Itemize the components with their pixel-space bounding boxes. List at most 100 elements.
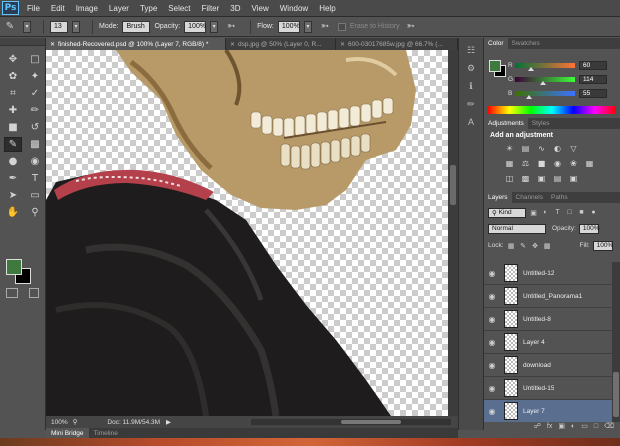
tools-grip[interactable] <box>0 38 45 46</box>
opacity-input[interactable]: 100% <box>184 20 207 33</box>
levels-icon[interactable]: ▤ <box>520 143 531 153</box>
history-brush-tool-icon[interactable]: ↺ <box>26 120 44 135</box>
tab-paths[interactable]: Paths <box>547 192 572 203</box>
scroll-thumb[interactable] <box>341 420 401 424</box>
curves-icon[interactable]: ∿ <box>536 143 547 153</box>
foreground-color-swatch[interactable] <box>6 259 22 275</box>
vibrance-icon[interactable]: ▽ <box>568 143 579 153</box>
color-fg-swatch[interactable] <box>489 60 501 72</box>
menu-edit[interactable]: Edit <box>51 4 65 13</box>
threshold-icon[interactable]: ▣ <box>536 173 547 183</box>
tab-document[interactable]: ✕ dsp.jpg @ 50% (Layer 0, R... <box>226 38 336 50</box>
eraser-tool-icon[interactable]: ✎ <box>3 20 17 34</box>
close-icon[interactable]: ✕ <box>50 41 55 48</box>
airbrush-icon[interactable]: ➳ <box>318 20 332 34</box>
eye-icon[interactable]: ◉ <box>484 384 500 393</box>
new-layer-icon[interactable]: □ <box>594 423 598 430</box>
shape-filter-icon[interactable]: □ <box>565 208 574 217</box>
healing-tool-icon[interactable]: ✚ <box>4 103 22 118</box>
trash-icon[interactable]: ⌫ <box>604 422 614 430</box>
close-icon[interactable]: ✕ <box>340 41 345 48</box>
canvas-vertical-scrollbar[interactable] <box>448 50 458 416</box>
brush-tool-icon[interactable]: ✏ <box>26 103 44 118</box>
pressure-opacity-icon[interactable]: ➳ <box>224 20 238 34</box>
screen-mode-icon[interactable] <box>6 288 18 298</box>
brush-panel-icon[interactable]: ✏ <box>464 98 478 110</box>
hue-sat-icon[interactable]: ▦ <box>504 158 515 168</box>
layer-row[interactable]: ◉ Untitled_Panorama1 <box>484 285 612 308</box>
exposure-icon[interactable]: ◐ <box>552 143 563 153</box>
tab-swatches[interactable]: Swatches <box>508 38 544 49</box>
menu-view[interactable]: View <box>252 4 269 13</box>
shape-tool-icon[interactable]: ▭ <box>26 188 44 203</box>
blend-mode-select[interactable]: Normal <box>488 223 546 234</box>
character-panel-icon[interactable]: A <box>464 116 478 128</box>
filter-toggle-icon[interactable]: ● <box>589 208 598 217</box>
menu-type[interactable]: Type <box>140 4 157 13</box>
selective-color-icon[interactable]: ▣ <box>568 173 579 183</box>
brush-size-picker[interactable]: 13 <box>50 20 68 33</box>
smart-object-filter-icon[interactable]: ■ <box>577 208 586 217</box>
brush-picker-dropdown[interactable]: ▾ <box>72 20 80 33</box>
flow-dropdown[interactable]: ▾ <box>303 20 312 33</box>
zoom-tool-icon[interactable]: ⚲ <box>26 205 44 220</box>
eye-icon[interactable]: ◉ <box>484 338 500 347</box>
status-menu-arrow-icon[interactable]: ▶ <box>166 418 171 426</box>
bw-icon[interactable]: ■ <box>536 158 547 168</box>
color-balance-icon[interactable]: ⚖ <box>520 158 531 168</box>
tab-adjustments[interactable]: Adjustments <box>484 118 528 129</box>
layer-row[interactable]: ◉ Untitled-12 <box>484 262 612 285</box>
color-lookup-icon[interactable]: ▦ <box>584 158 595 168</box>
flow-input[interactable]: 100% <box>277 20 300 33</box>
marquee-tool-icon[interactable]: □ <box>26 52 44 67</box>
fx-icon[interactable]: fx <box>547 423 552 430</box>
link-layers-icon[interactable]: ☍ <box>534 422 541 430</box>
lock-position-icon[interactable]: ✥ <box>531 241 540 250</box>
gradient-map-icon[interactable]: ▤ <box>552 173 563 183</box>
tab-layers[interactable]: Layers <box>484 192 512 203</box>
eraser-tool-icon[interactable]: ✎ <box>4 137 22 152</box>
slider-knob[interactable] <box>528 66 534 71</box>
type-tool-icon[interactable]: T <box>26 171 44 186</box>
crop-tool-icon[interactable]: ⌗ <box>4 86 22 101</box>
red-slider[interactable] <box>515 62 575 71</box>
gradient-tool-icon[interactable]: ▩ <box>26 137 44 152</box>
channel-mixer-icon[interactable]: ❀ <box>568 158 579 168</box>
blue-slider[interactable] <box>515 90 575 99</box>
scroll-thumb[interactable] <box>450 165 456 205</box>
pressure-size-icon[interactable]: ➳ <box>404 20 418 34</box>
eye-icon[interactable]: ◉ <box>484 292 500 301</box>
properties-panel-icon[interactable]: ⚙ <box>464 62 478 74</box>
new-adjustment-icon[interactable]: ◐ <box>571 423 575 430</box>
zoom-icon[interactable]: ⚲ <box>73 418 78 426</box>
blur-tool-icon[interactable]: ● <box>4 154 22 169</box>
quick-mask-icon[interactable] <box>29 288 39 298</box>
magic-wand-tool-icon[interactable]: ✦ <box>26 69 44 84</box>
tab-document-active[interactable]: ✕ finished-Recovered.psd @ 100% (Layer 7… <box>46 38 226 50</box>
canvas-horizontal-scrollbar[interactable] <box>251 419 451 425</box>
eye-icon[interactable]: ◉ <box>484 361 500 370</box>
eye-icon[interactable]: ◉ <box>484 269 500 278</box>
menu-select[interactable]: Select <box>168 4 190 13</box>
red-value-input[interactable]: 60 <box>579 60 607 70</box>
type-filter-icon[interactable]: T <box>553 208 562 217</box>
color-spectrum-ramp[interactable] <box>488 106 616 114</box>
invert-icon[interactable]: ◫ <box>504 173 515 183</box>
lock-pixels-icon[interactable]: ✎ <box>519 241 528 250</box>
tab-mini-bridge[interactable]: Mini Bridge <box>46 428 89 438</box>
dodge-tool-icon[interactable]: ◉ <box>26 154 44 169</box>
layer-row[interactable]: ◉ Layer 4 <box>484 331 612 354</box>
menu-image[interactable]: Image <box>76 4 98 13</box>
eye-icon[interactable]: ◉ <box>484 315 500 324</box>
hand-tool-icon[interactable]: ✋ <box>4 205 22 220</box>
menu-layer[interactable]: Layer <box>109 4 129 13</box>
kind-filter-select[interactable]: ⚲ Kind <box>488 207 526 218</box>
layer-fill-input[interactable]: 100% <box>592 240 613 251</box>
pixel-filter-icon[interactable]: ▣ <box>529 208 538 217</box>
tab-timeline[interactable]: Timeline <box>89 428 123 438</box>
clone-stamp-tool-icon[interactable]: ■ <box>4 120 22 135</box>
scroll-thumb[interactable] <box>613 372 619 417</box>
menu-filter[interactable]: Filter <box>202 4 220 13</box>
adjustment-filter-icon[interactable]: ◐ <box>541 208 550 217</box>
layer-row[interactable]: ◉ Untitled-15 <box>484 377 612 400</box>
